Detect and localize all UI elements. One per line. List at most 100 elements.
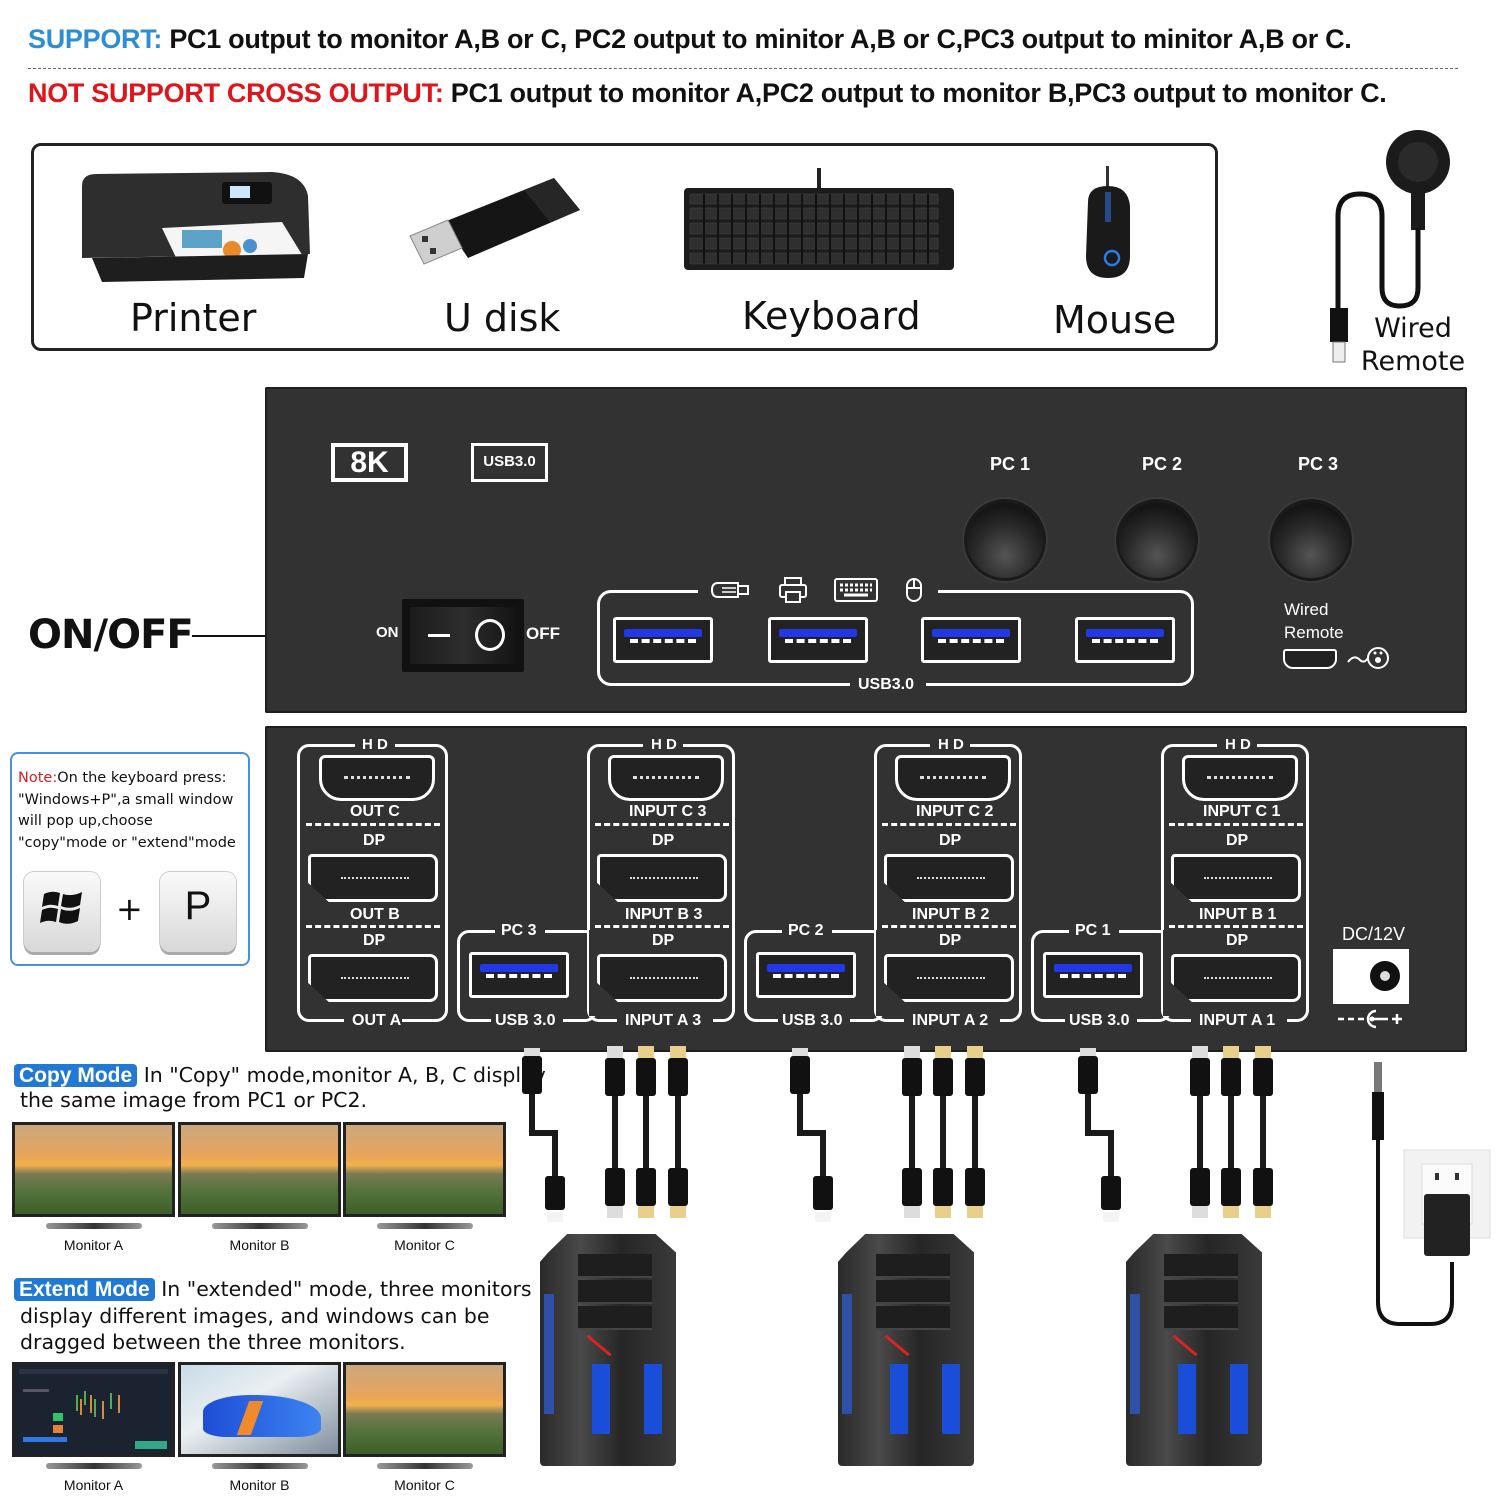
pc3-hd-label: H D bbox=[651, 736, 677, 753]
pc1-input-c-label: INPUT C 1 bbox=[1203, 803, 1281, 820]
badge-usb30: USB3.0 bbox=[471, 443, 548, 482]
pc2-input-a-label: INPUT A 2 bbox=[912, 1012, 989, 1029]
extend-mode-desc3: dragged between the three monitors. bbox=[20, 1330, 406, 1354]
video-cable-plug bbox=[670, 1046, 686, 1058]
pc1-input-b-port[interactable] bbox=[1171, 854, 1301, 902]
pc2-input-c-port[interactable] bbox=[895, 755, 1011, 801]
support-tag: SUPPORT: bbox=[28, 24, 163, 54]
remote-port-label-line1: Wired bbox=[1284, 600, 1329, 619]
dc-label: DC/12V bbox=[1342, 924, 1406, 944]
pc1-usb-port[interactable] bbox=[1043, 952, 1143, 998]
pc2-usb-port[interactable] bbox=[756, 952, 856, 998]
out-b-dp-label: DP bbox=[363, 832, 386, 849]
extend-mode-desc2: display different images, and windows ca… bbox=[20, 1304, 490, 1328]
pc1-dp2-label: DP bbox=[1226, 932, 1249, 949]
copy-monitor-b bbox=[178, 1122, 341, 1217]
p-key: P bbox=[160, 872, 236, 952]
copy-monitor-c bbox=[343, 1122, 506, 1217]
wired-remote-label-line1: Wired bbox=[1374, 313, 1452, 344]
pc1-button[interactable] bbox=[967, 502, 1043, 578]
pc2-dp2-label: DP bbox=[939, 932, 962, 949]
pc1-dp1-label: DP bbox=[1226, 832, 1249, 849]
switch-on-label: ON bbox=[376, 624, 399, 641]
keyboard-port-icon bbox=[834, 578, 878, 602]
pc2-button[interactable] bbox=[1119, 502, 1195, 578]
support-line: SUPPORT: PC1 output to monitor A,B or C,… bbox=[28, 24, 1352, 55]
copy-mode-desc2: the same image from PC1 or PC2. bbox=[20, 1088, 368, 1112]
pc2-button-label: PC 2 bbox=[1142, 454, 1183, 474]
pc2-hd-label: H D bbox=[938, 736, 964, 753]
pc3-input-a-port[interactable] bbox=[597, 954, 727, 1002]
usb-port-udisk[interactable] bbox=[613, 617, 713, 663]
pc2-input-b-port[interactable] bbox=[884, 854, 1014, 902]
pc3-usb-port[interactable] bbox=[469, 952, 569, 998]
switch-off-mark bbox=[475, 619, 505, 651]
plus-sign: + bbox=[116, 890, 143, 928]
out-a-dp-label: DP bbox=[363, 932, 386, 949]
extend-monitor-a bbox=[12, 1362, 175, 1457]
pc3-button-label: PC 3 bbox=[1298, 454, 1339, 474]
note-prefix: Note: bbox=[18, 770, 58, 786]
printer-port-icon bbox=[778, 576, 808, 604]
usb-group-label: USB3.0 bbox=[858, 676, 915, 693]
pc2-input-a-port[interactable] bbox=[884, 954, 1014, 1002]
copy-mode-line1: Copy Mode In "Copy" mode,monitor A, B, C… bbox=[14, 1062, 546, 1089]
video-cable-plug bbox=[1255, 1046, 1271, 1058]
pc2-dp1-label: DP bbox=[939, 832, 962, 849]
pc3-button[interactable] bbox=[1273, 502, 1349, 578]
pc1-input-a-port[interactable] bbox=[1171, 954, 1301, 1002]
copy-mode-desc1: In "Copy" mode,monitor A, B, C display bbox=[137, 1063, 546, 1087]
pc2-input-c-label: INPUT C 2 bbox=[916, 803, 994, 820]
mouse-icon bbox=[1080, 166, 1136, 280]
printer-icon bbox=[72, 166, 312, 284]
out-b-dp-port[interactable] bbox=[308, 854, 438, 902]
polarity-icon bbox=[1336, 1008, 1406, 1030]
pc1-hd-label: H D bbox=[1225, 736, 1251, 753]
pc2-input-b-label: INPUT B 2 bbox=[912, 906, 990, 923]
pc1-group-label: PC 1 bbox=[1075, 922, 1111, 939]
pc3-input-b-port[interactable] bbox=[597, 854, 727, 902]
video-cable-plug bbox=[607, 1046, 623, 1058]
pc1-usb-label: USB 3.0 bbox=[1069, 1012, 1130, 1029]
extend-monitor-b bbox=[178, 1362, 341, 1457]
extend-monitor-c bbox=[343, 1362, 506, 1457]
copy-monitor-a-label: Monitor A bbox=[63, 1237, 124, 1253]
power-callout-label: ON/OFF bbox=[28, 612, 194, 658]
extend-monitor-c-label: Monitor C bbox=[394, 1477, 455, 1493]
out-a-dp-port[interactable] bbox=[308, 954, 438, 1002]
peripheral-label-mouse: Mouse bbox=[1053, 298, 1177, 342]
remote-port[interactable] bbox=[1283, 649, 1337, 669]
video-cable-plug bbox=[638, 1046, 654, 1058]
keyboard-icon bbox=[684, 168, 954, 272]
pc2-usb-label: USB 3.0 bbox=[782, 1012, 843, 1029]
dc-jack[interactable] bbox=[1333, 949, 1409, 1004]
pc3-input-c-port[interactable] bbox=[608, 755, 724, 801]
remote-port-label: Wired Remote bbox=[1284, 598, 1344, 644]
video-cable-plug bbox=[1223, 1046, 1239, 1058]
windows-logo-icon bbox=[40, 891, 82, 924]
switch-off-label: OFF bbox=[526, 624, 560, 643]
usb-port-printer[interactable] bbox=[768, 617, 868, 663]
remote-symbol-icon bbox=[1346, 644, 1392, 672]
video-cable-plug bbox=[967, 1046, 983, 1058]
not-support-line: NOT SUPPORT CROSS OUTPUT: PC1 output to … bbox=[28, 78, 1387, 109]
power-switch[interactable] bbox=[402, 599, 524, 672]
usb-port-keyboard[interactable] bbox=[921, 617, 1021, 663]
usb-port-mouse[interactable] bbox=[1075, 617, 1175, 663]
out-hd-label: H D bbox=[362, 736, 388, 753]
extend-mode-desc1: In "extended" mode, three monitors bbox=[154, 1277, 532, 1301]
pc2-tower-icon bbox=[838, 1234, 974, 1466]
badge-8k: 8K bbox=[331, 443, 408, 482]
pc3-dp2-label: DP bbox=[652, 932, 675, 949]
out-c-label: OUT C bbox=[350, 803, 400, 820]
video-cable-plug bbox=[904, 1046, 920, 1058]
wired-remote-label: Wired Remote bbox=[1360, 312, 1466, 378]
peripheral-label-printer: Printer bbox=[130, 296, 257, 340]
pc1-button-label: PC 1 bbox=[990, 454, 1031, 474]
not-support-tag: NOT SUPPORT CROSS OUTPUT: bbox=[28, 78, 444, 108]
out-c-hdmi-port[interactable] bbox=[319, 755, 435, 801]
copy-monitor-b-label: Monitor B bbox=[229, 1237, 290, 1253]
pc3-input-b-label: INPUT B 3 bbox=[625, 906, 703, 923]
pc1-input-c-port[interactable] bbox=[1182, 755, 1298, 801]
pc2-group-label: PC 2 bbox=[788, 922, 824, 939]
